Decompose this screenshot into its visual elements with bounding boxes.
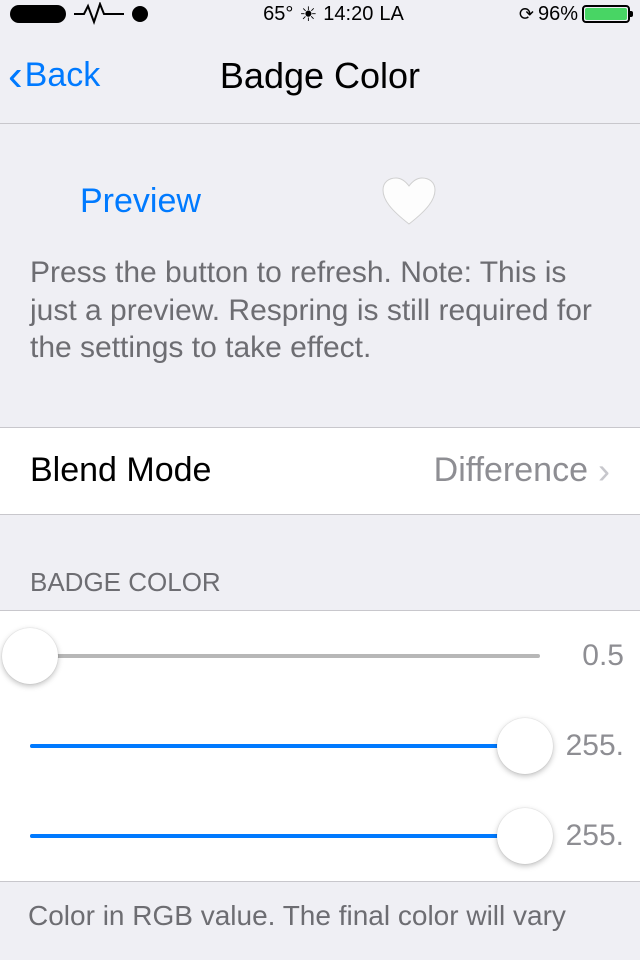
signal-pill-icon [10,5,66,23]
slider-row-r: 0.5 [0,611,640,701]
chevron-left-icon: ‹ [8,54,23,98]
preview-note: Press the button to refresh. Note: This … [0,226,640,427]
section-header: BADGE COLOR [0,515,640,610]
chevron-right-icon: › [598,450,610,492]
preview-section: Preview Press the button to refresh. Not… [0,124,640,427]
slider-value-r: 0.5 [554,639,624,673]
status-left [10,2,148,26]
status-center: 65° ☀ 14:20 LA [263,2,404,27]
battery-icon [582,5,630,23]
slider-group: 0.5 255. 255. [0,610,640,882]
heart-icon [381,176,437,226]
back-button[interactable]: ‹ Back [0,54,100,98]
temperature: 65° [263,3,293,26]
nav-bar: ‹ Back Badge Color [0,28,640,124]
lock-rotation-icon: ⟳ [519,4,534,25]
battery-percent: 96% [538,3,578,26]
back-label: Back [25,56,101,95]
blend-mode-value: Difference [434,451,588,490]
slider-r[interactable] [30,654,540,658]
status-right: ⟳ 96% [519,3,630,26]
dot-icon [132,6,148,22]
slider-thumb[interactable] [497,808,553,864]
preview-button[interactable]: Preview [80,182,201,221]
blend-mode-label: Blend Mode [30,451,211,490]
slider-row-g: 255. [0,701,640,791]
sun-icon: ☀ [299,2,317,27]
slider-value-g: 255. [554,729,624,763]
slider-thumb[interactable] [2,628,58,684]
slider-row-b: 255. [0,791,640,881]
time: 14:20 [323,3,373,26]
blend-mode-cell[interactable]: Blend Mode Difference › [0,427,640,515]
activity-icon [74,2,124,26]
footer-note: Color in RGB value. The final color will… [0,882,640,932]
slider-g[interactable] [30,744,540,748]
slider-b[interactable] [30,834,540,838]
slider-thumb[interactable] [497,718,553,774]
slider-value-b: 255. [554,819,624,853]
status-bar: 65° ☀ 14:20 LA ⟳ 96% [0,0,640,28]
city: LA [379,3,403,26]
